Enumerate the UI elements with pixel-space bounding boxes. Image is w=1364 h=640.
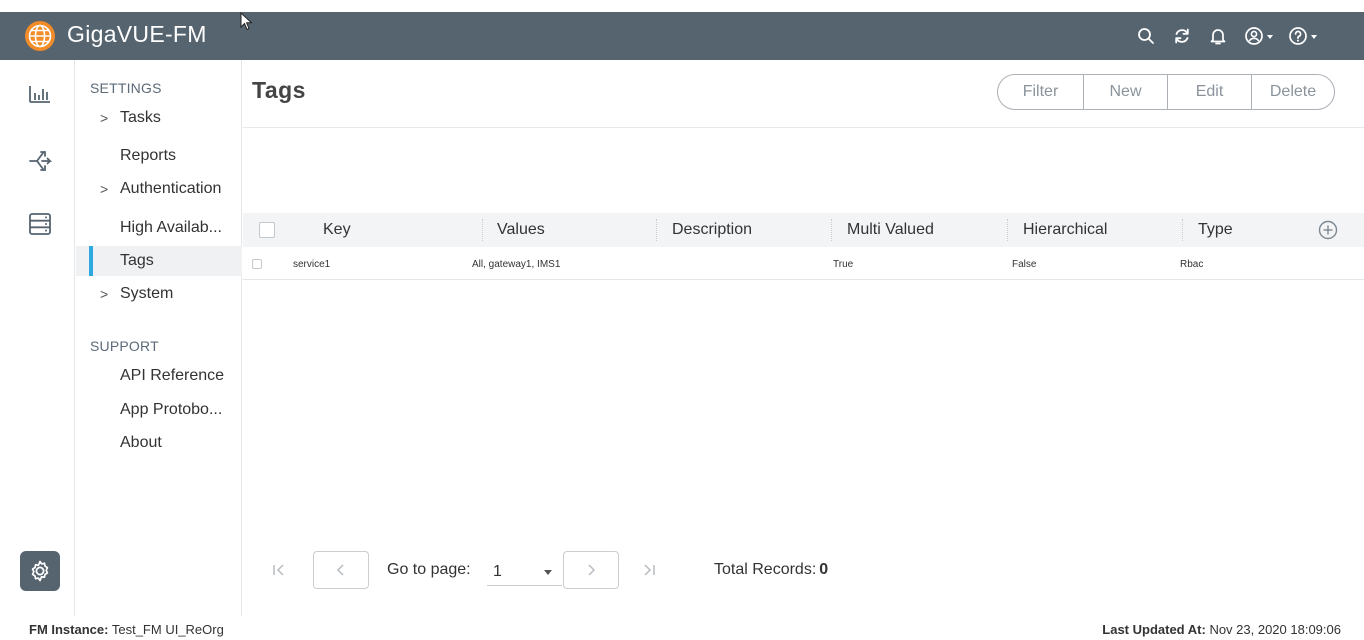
column-header-hierarchical[interactable]: Hierarchical xyxy=(1023,213,1107,247)
chevron-down-icon xyxy=(1266,35,1273,39)
cell-multi-valued: True xyxy=(833,258,854,270)
fm-instance-value: Test_FM UI_ReOrg xyxy=(111,622,224,637)
sidebar-item-label: API Reference xyxy=(120,367,225,384)
settings-gear-button[interactable] xyxy=(20,551,60,591)
table-row[interactable]: service1 All, gateway1, IMS1 True False … xyxy=(243,248,1364,280)
column-header-multi-valued[interactable]: Multi Valued xyxy=(847,213,934,247)
inventory-icon[interactable] xyxy=(26,210,54,238)
goto-page-label: Go to page: xyxy=(387,561,471,578)
sidebar-item-about[interactable]: About xyxy=(76,428,242,458)
last-updated-value: Nov 23, 2020 18:09:06 xyxy=(1209,622,1341,637)
chevron-right-icon: > xyxy=(100,286,109,302)
column-header-description[interactable]: Description xyxy=(672,213,752,247)
last-updated: Last Updated At: Nov 23, 2020 18:09:06 xyxy=(1102,622,1341,637)
fm-instance: FM Instance: Test_FM UI_ReOrg xyxy=(29,622,224,637)
page-title: Tags xyxy=(252,77,306,103)
status-footer: FM Instance: Test_FM UI_ReOrg Last Updat… xyxy=(0,616,1364,640)
top-header: GigaVUE-FM xyxy=(0,12,1364,60)
traffic-icon[interactable] xyxy=(26,146,54,174)
icon-rail xyxy=(0,60,75,616)
select-all-checkbox[interactable] xyxy=(259,222,275,238)
add-column-icon[interactable] xyxy=(1318,220,1338,240)
cell-type: Rbac xyxy=(1180,258,1204,270)
globe-logo-icon xyxy=(25,21,55,51)
chevron-right-icon xyxy=(588,564,596,576)
next-page-button[interactable] xyxy=(563,551,619,589)
divider xyxy=(243,127,1364,128)
bell-icon[interactable] xyxy=(1200,12,1236,60)
sidebar-item-high-availability[interactable]: High Availab... xyxy=(76,213,242,243)
settings-heading: SETTINGS xyxy=(90,80,162,96)
sidebar-item-label: Tasks xyxy=(120,109,161,126)
sidebar-item-label: App Protobo... xyxy=(120,401,223,418)
sidebar-item-label: High Availab... xyxy=(120,219,222,236)
sidebar-item-system[interactable]: > System xyxy=(76,279,242,309)
action-button-group: Filter New Edit Delete xyxy=(997,74,1335,110)
total-records-label: Total Records: xyxy=(714,561,817,578)
sidebar-item-app-protobuf[interactable]: App Protobo... xyxy=(76,395,242,425)
help-menu-button[interactable] xyxy=(1280,12,1324,60)
fm-instance-label: FM Instance: xyxy=(29,622,109,637)
support-heading: SUPPORT xyxy=(90,338,159,354)
chevron-down-icon xyxy=(1310,35,1317,39)
total-records: Total Records: 0 xyxy=(714,550,828,590)
sidebar-item-label: Authentication xyxy=(120,180,222,197)
sidebar-item-tags[interactable]: Tags xyxy=(76,246,242,276)
filter-button[interactable]: Filter xyxy=(998,75,1084,109)
column-header-values[interactable]: Values xyxy=(497,213,545,247)
cell-key: service1 xyxy=(293,258,331,270)
mouse-cursor-icon xyxy=(240,12,253,31)
search-icon[interactable] xyxy=(1128,12,1164,60)
first-page-icon[interactable] xyxy=(271,550,287,590)
main-content: Tags Filter New Edit Delete Key Values D… xyxy=(243,60,1364,616)
table-header: Key Values Description Multi Valued Hier… xyxy=(243,213,1364,247)
help-icon xyxy=(1288,27,1307,45)
settings-gear-icon xyxy=(31,560,49,582)
edit-button[interactable]: Edit xyxy=(1168,75,1252,109)
pagination: Go to page: 1 Total Records: 0 xyxy=(243,550,1043,590)
last-page-icon[interactable] xyxy=(641,550,657,590)
sidebar-item-authentication[interactable]: > Authentication xyxy=(76,174,242,204)
user-icon xyxy=(1244,27,1263,45)
column-header-type[interactable]: Type xyxy=(1198,213,1233,247)
sidebar-item-reports[interactable]: Reports xyxy=(76,141,242,171)
chevron-right-icon: > xyxy=(100,181,109,197)
sidebar-item-label: Reports xyxy=(120,147,177,164)
page-select[interactable]: 1 xyxy=(487,558,562,586)
delete-button[interactable]: Delete xyxy=(1252,75,1334,109)
sidebar-item-label: About xyxy=(120,434,162,451)
user-menu-button[interactable] xyxy=(1236,12,1280,60)
column-header-key[interactable]: Key xyxy=(323,213,351,247)
cell-hierarchical: False xyxy=(1012,258,1037,270)
refresh-icon[interactable] xyxy=(1164,12,1200,60)
sidebar-item-label: Tags xyxy=(120,252,154,269)
prev-page-button[interactable] xyxy=(313,551,369,589)
new-button[interactable]: New xyxy=(1084,75,1168,109)
chevron-right-icon: > xyxy=(100,110,109,126)
dashboard-icon[interactable] xyxy=(26,80,54,108)
sidebar-item-tasks[interactable]: > Tasks xyxy=(76,103,242,133)
row-checkbox[interactable] xyxy=(252,259,262,269)
app-title: GigaVUE-FM xyxy=(67,21,207,47)
chevron-down-icon xyxy=(544,570,552,575)
sidebar-item-label: System xyxy=(120,285,174,302)
settings-sidebar: SETTINGS > Tasks Reports > Authenticatio… xyxy=(76,60,242,616)
total-records-value: 0 xyxy=(819,561,829,578)
page-select-value: 1 xyxy=(493,562,502,580)
sidebar-item-api-reference[interactable]: API Reference xyxy=(76,361,242,391)
last-updated-label: Last Updated At: xyxy=(1102,622,1206,637)
chevron-left-icon xyxy=(336,564,344,576)
cell-values: All, gateway1, IMS1 xyxy=(472,258,561,270)
